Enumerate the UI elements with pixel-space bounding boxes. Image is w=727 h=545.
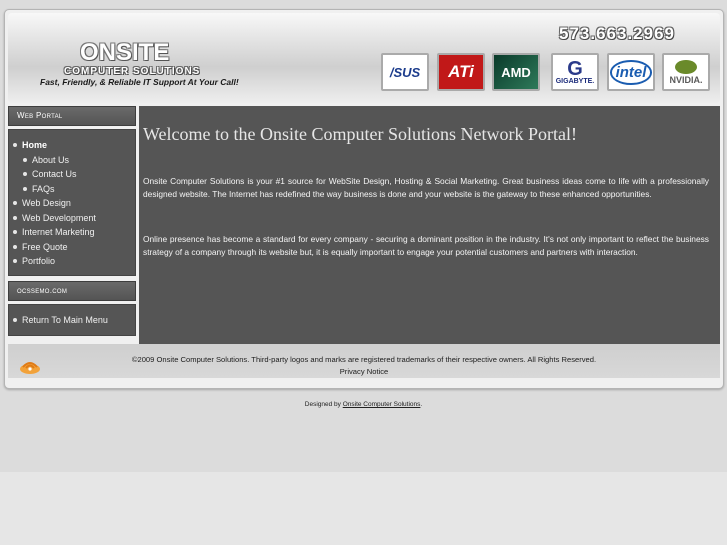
designed-by-credit: Designed by Onsite Computer Solutions.: [0, 401, 727, 408]
designer-link[interactable]: Onsite Computer Solutions: [343, 401, 421, 408]
menu-item-home[interactable]: Home: [13, 140, 47, 150]
bullet-icon: [13, 200, 17, 205]
menu-item-faqs[interactable]: FAQs: [23, 184, 55, 194]
phone-number: 573.663.2969: [559, 24, 675, 43]
nvidia-eye-icon: [675, 59, 697, 74]
menu-item-web-development[interactable]: Web Development: [13, 213, 96, 223]
menu-item-contact-us[interactable]: Contact Us: [23, 169, 77, 179]
menu-item-about-us[interactable]: About Us: [23, 155, 69, 165]
privacy-notice-link[interactable]: Privacy Notice: [8, 367, 720, 376]
designer-suffix: .: [420, 401, 423, 408]
amd-logo: AMD: [492, 53, 540, 91]
site-header: ONSITE COMPUTER SOLUTIONS Fast, Friendly…: [8, 13, 720, 103]
menu-item-web-design[interactable]: Web Design: [13, 198, 71, 208]
logo-title[interactable]: ONSITE: [80, 39, 169, 67]
bullet-icon: [23, 186, 27, 191]
bullet-icon: [23, 171, 27, 176]
portal-menu: Home About Us Contact Us FAQs Web Design…: [8, 129, 136, 276]
bottom-band: [0, 472, 727, 545]
main-content: Welcome to the Onsite Computer Solutions…: [139, 106, 720, 344]
return-menu: Return To Main Menu: [8, 304, 136, 336]
logo-subtitle[interactable]: COMPUTER SOLUTIONS: [64, 66, 200, 77]
bullet-icon: [13, 258, 17, 263]
web-portal-heading: Web Portal: [8, 106, 136, 126]
bullet-icon: [13, 215, 17, 220]
menu-item-free-quote[interactable]: Free Quote: [13, 242, 68, 252]
designed-by-label: Designed by: [304, 401, 341, 408]
menu-item-internet-marketing[interactable]: Internet Marketing: [13, 227, 95, 237]
return-to-main-menu-link[interactable]: Return To Main Menu: [13, 315, 108, 325]
ati-logo: ATi: [437, 53, 485, 91]
gigabyte-logo: G GIGABYTE.: [551, 53, 599, 91]
page-title: Welcome to the Onsite Computer Solutions…: [143, 124, 577, 144]
nvidia-logo: NVIDIA.: [662, 53, 710, 91]
intro-paragraph: Onsite Computer Solutions is your #1 sou…: [143, 176, 709, 199]
bullet-icon: [13, 142, 17, 147]
bullet-icon: [23, 157, 27, 162]
menu-item-portfolio[interactable]: Portfolio: [13, 256, 55, 266]
logo-tagline: Fast, Friendly, & Reliable IT Support At…: [40, 77, 239, 87]
site-footer: ©2009 Onsite Computer Solutions. Third-p…: [8, 344, 720, 378]
asus-logo: /SUS: [381, 53, 429, 91]
bullet-icon: [13, 317, 17, 322]
page-container: ONSITE COMPUTER SOLUTIONS Fast, Friendly…: [4, 9, 724, 389]
intel-logo: intel: [607, 53, 655, 91]
bullet-icon: [13, 229, 17, 234]
site-heading: ocssemo.com: [8, 281, 136, 301]
copyright-text: ©2009 Onsite Computer Solutions. Third-p…: [131, 355, 597, 364]
presence-paragraph: Online presence has become a standard fo…: [143, 234, 709, 257]
bullet-icon: [13, 244, 17, 249]
